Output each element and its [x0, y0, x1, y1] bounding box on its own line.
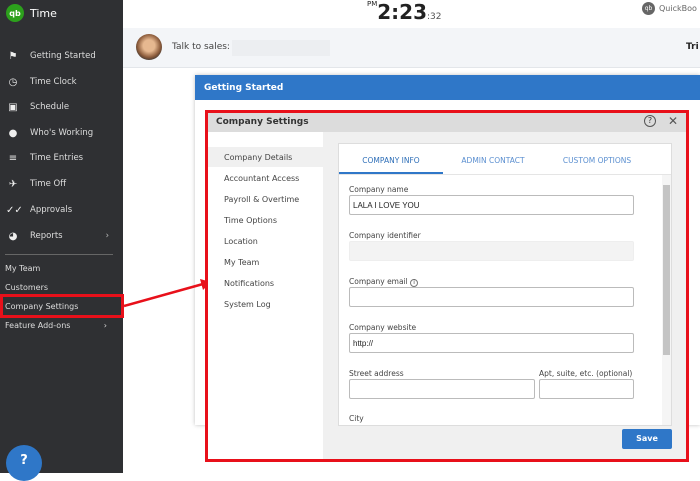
info-icon[interactable]: i [410, 279, 419, 287]
nav-my-team[interactable]: My Team [208, 252, 323, 272]
scrollbar[interactable] [662, 175, 671, 425]
nav-system-log[interactable]: System Log [208, 294, 323, 314]
nav-company-details[interactable]: Company Details [208, 147, 323, 167]
street-address-label: Street address [349, 369, 404, 378]
company-settings-modal: Company Settings ? ✕ Company Details Acc… [205, 110, 689, 462]
nav-location[interactable]: Location [208, 231, 323, 251]
company-name-label: Company name [349, 185, 409, 194]
close-icon[interactable]: ✕ [668, 114, 678, 128]
street-address-input[interactable] [349, 379, 535, 399]
modal-title: Company Settings [216, 117, 309, 127]
company-name-input[interactable] [349, 195, 634, 215]
save-button[interactable]: Save [622, 429, 672, 449]
company-email-label: Company email i [349, 277, 419, 287]
nav-time-options[interactable]: Time Options [208, 210, 323, 230]
nav-payroll-overtime[interactable]: Payroll & Overtime [208, 189, 323, 209]
help-icon[interactable]: ? [644, 115, 656, 127]
company-info-panel: COMPANY INFO ADMIN CONTACT CUSTOM OPTION… [338, 143, 672, 426]
nav-notifications[interactable]: Notifications [208, 273, 323, 293]
apt-label: Apt, suite, etc. (optional) [539, 369, 633, 378]
settings-nav: Company Details Accountant Access Payrol… [208, 132, 323, 459]
company-email-label-text: Company email [349, 277, 408, 286]
company-identifier-input [349, 241, 634, 261]
tab-company-info[interactable]: COMPANY INFO [339, 144, 443, 174]
company-identifier-label: Company identifier [349, 231, 421, 240]
apt-input[interactable] [539, 379, 634, 399]
tab-custom-options[interactable]: CUSTOM OPTIONS [543, 144, 651, 174]
company-website-input[interactable] [349, 333, 634, 353]
tab-divider [339, 174, 671, 175]
company-website-label: Company website [349, 323, 417, 332]
modal-header: Company Settings ? ✕ [208, 113, 686, 132]
scrollbar-thumb[interactable] [663, 185, 670, 355]
company-email-input[interactable] [349, 287, 634, 307]
nav-accountant-access[interactable]: Accountant Access [208, 168, 323, 188]
city-label: City [349, 414, 364, 423]
tab-admin-contact[interactable]: ADMIN CONTACT [443, 144, 543, 174]
